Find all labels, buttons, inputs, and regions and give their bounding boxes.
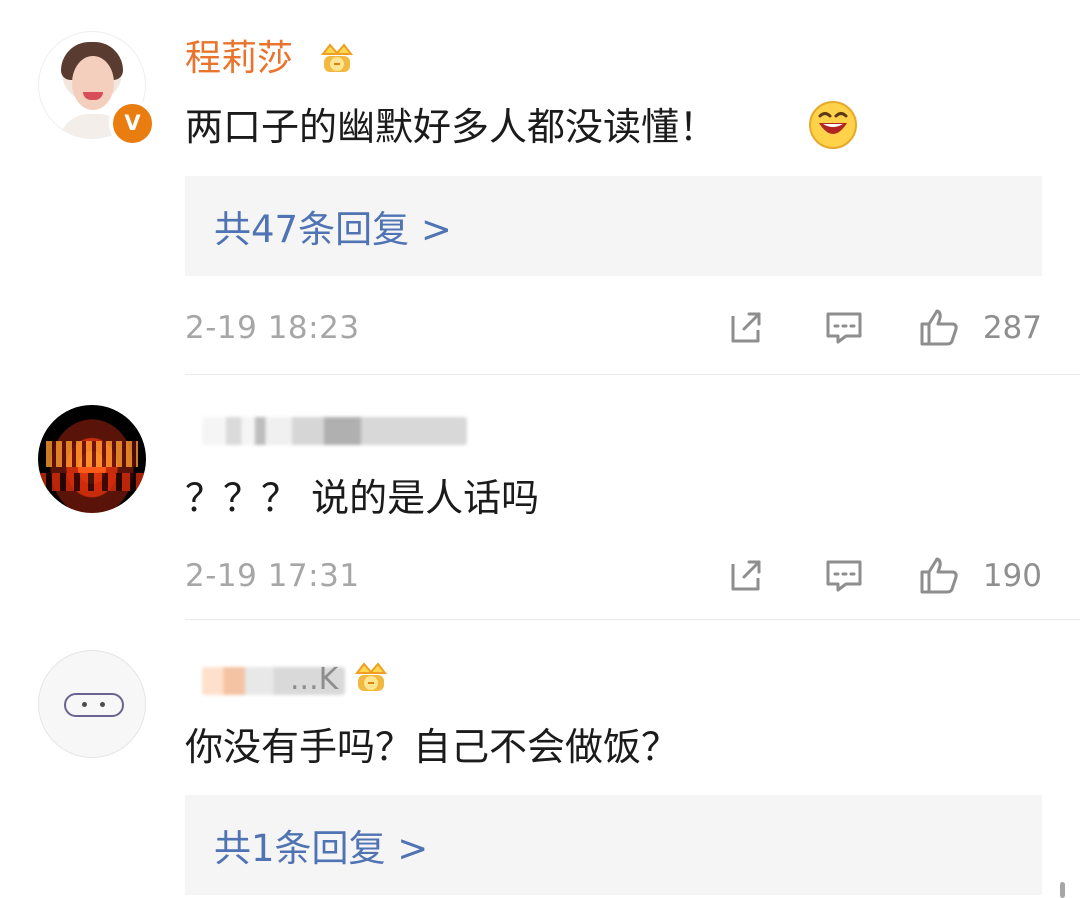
replies-link[interactable]: 共1条回复 > (185, 795, 1042, 895)
share-icon[interactable] (725, 306, 767, 348)
like-count: 287 (982, 310, 1042, 346)
like-icon[interactable] (918, 554, 960, 596)
like-icon[interactable] (918, 306, 960, 348)
avatar-eye-right (100, 702, 105, 707)
replies-link[interactable]: 共47条回复 > (185, 176, 1042, 276)
comment-1: V 程莉莎 两口子的幽默好多人都没读懂！ 共47条回复 > 2-19 18:23 (0, 0, 1080, 375)
author-name[interactable]: 程莉莎 (185, 41, 293, 77)
comment-text: 两口子的幽默好多人都没读懂！ (185, 105, 718, 149)
comment-icon[interactable] (823, 306, 865, 348)
comment-3: ...K 你没有手吗？自己不会做饭？ 共1条回复 > (0, 620, 1080, 898)
avatar-doodle (64, 693, 124, 717)
timestamp: 2-19 17:31 (185, 558, 360, 594)
avatar-eye-left (82, 702, 87, 707)
comment-meta: 2-19 18:23 287 (185, 302, 1042, 352)
replies-link-text: 共47条回复 > (214, 208, 452, 251)
comment-meta: 2-19 17:31 190 (185, 550, 1042, 600)
comment-2: ？？？ 说的是人话吗 2-19 17:31 190 (0, 375, 1080, 620)
share-icon[interactable] (725, 554, 767, 596)
like-count: 190 (982, 558, 1042, 594)
crown-icon (320, 43, 354, 72)
comment-text: ？？？ 说的是人话吗 (185, 476, 540, 520)
avatar-face (72, 56, 114, 110)
scrollbar[interactable] (1060, 882, 1065, 898)
grin-emoji (809, 101, 857, 149)
avatar[interactable] (38, 650, 146, 758)
visible-name-fragment: ...K (290, 662, 339, 697)
comment-icon[interactable] (823, 554, 865, 596)
crown-icon (354, 662, 388, 691)
verified-badge: V (109, 100, 156, 147)
avatar[interactable] (38, 405, 146, 513)
author-name-redacted[interactable] (202, 417, 467, 445)
comment-text: 你没有手吗？自己不会做饭？ (185, 725, 680, 769)
timestamp: 2-19 18:23 (185, 310, 360, 346)
replies-link-text: 共1条回复 > (214, 827, 429, 870)
